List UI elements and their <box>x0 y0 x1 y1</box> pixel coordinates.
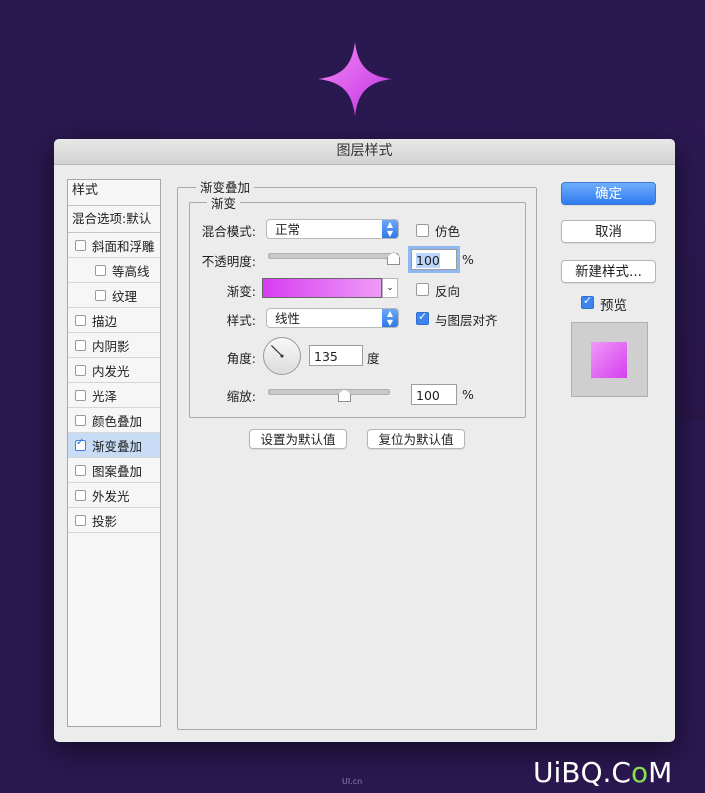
opacity-slider[interactable] <box>268 253 399 259</box>
align-with-layer-checkbox[interactable] <box>416 310 429 325</box>
style-item-label: 斜面和浮雕 <box>92 238 155 254</box>
watermark-text-b: M <box>648 756 673 789</box>
style-item-checkbox[interactable] <box>75 389 86 401</box>
blend-mode-label: 混合模式: <box>201 224 256 239</box>
set-default-button[interactable]: 设置为默认值 <box>249 429 347 449</box>
angle-unit: 度 <box>367 351 380 366</box>
style-list-item[interactable]: 外发光 <box>68 483 160 508</box>
style-list-item[interactable]: 描边 <box>68 308 160 333</box>
style-item-label: 图案叠加 <box>92 463 143 479</box>
dither-label: 仿色 <box>435 224 461 239</box>
style-item-checkbox[interactable] <box>75 464 86 476</box>
reset-default-button[interactable]: 复位为默认值 <box>367 429 465 449</box>
watermark-text-a: UiBQ.C <box>533 756 631 789</box>
style-label: 样式: <box>226 313 256 328</box>
style-list-item[interactable]: 投影 <box>68 508 160 533</box>
gradient-swatch[interactable] <box>262 278 382 298</box>
new-style-button[interactable]: 新建样式... <box>561 260 656 283</box>
dialog-title: 图层样式 <box>54 139 675 165</box>
ok-button[interactable]: 确定 <box>561 182 656 205</box>
style-item-checkbox[interactable] <box>75 314 86 326</box>
updown-chevron-icon: ▲ ▼ <box>382 309 398 327</box>
style-list-item[interactable]: 斜面和浮雕 <box>68 233 160 258</box>
style-item-checkbox[interactable] <box>95 289 106 301</box>
watermark-text-o: o <box>630 756 649 789</box>
scale-input[interactable]: 100 <box>411 384 457 405</box>
style-item-label: 纹理 <box>112 288 138 304</box>
angle-needle-icon <box>270 344 284 358</box>
style-item-checkbox[interactable] <box>75 514 86 526</box>
style-item-checkbox[interactable] <box>75 489 86 501</box>
angle-dial[interactable] <box>263 337 301 375</box>
style-list-item[interactable]: 图案叠加 <box>68 458 160 483</box>
watermark-small: UI.cn <box>342 777 363 786</box>
style-item-checkbox[interactable] <box>75 437 86 451</box>
style-item-label: 描边 <box>92 313 118 329</box>
opacity-label: 不透明度: <box>201 254 256 269</box>
style-item-checkbox[interactable] <box>75 364 86 376</box>
scale-percent: % <box>462 387 474 402</box>
style-value: 线性 <box>275 311 301 326</box>
opacity-percent: % <box>462 252 474 267</box>
style-item-label: 内阴影 <box>92 338 130 354</box>
reverse-checkbox[interactable] <box>416 283 429 296</box>
preview-box <box>571 322 648 397</box>
style-list-item[interactable]: 内阴影 <box>68 333 160 358</box>
cancel-button[interactable]: 取消 <box>561 220 656 243</box>
updown-chevron-icon: ▲ ▼ <box>382 220 398 238</box>
style-list-item[interactable]: 渐变叠加 <box>68 433 160 458</box>
style-item-label: 内发光 <box>92 363 130 379</box>
style-item-checkbox[interactable] <box>95 264 106 276</box>
group-title: 渐变 <box>207 193 241 212</box>
style-list-item[interactable]: 内发光 <box>68 358 160 383</box>
scale-label: 缩放: <box>226 389 256 404</box>
reverse-label: 反向 <box>435 284 461 299</box>
layer-style-dialog: 图层样式 样式 混合选项:默认 斜面和浮雕等高线纹理描边内阴影内发光光泽颜色叠加… <box>54 139 675 742</box>
preview-label: 预览 <box>600 298 627 314</box>
style-list-item[interactable]: 等高线 <box>68 258 160 283</box>
style-item-label: 渐变叠加 <box>92 438 143 454</box>
preview-checkbox[interactable] <box>581 294 594 309</box>
style-item-label: 光泽 <box>92 388 118 404</box>
angle-input[interactable]: 135 <box>309 345 363 366</box>
angle-label: 角度: <box>226 351 256 366</box>
watermark-logo: UiBQ.CoM <box>533 756 672 789</box>
style-item-checkbox[interactable] <box>75 414 86 426</box>
style-list-header[interactable]: 样式 <box>68 180 160 206</box>
style-item-label: 外发光 <box>92 488 130 504</box>
style-select[interactable]: 线性 ▲ ▼ <box>266 308 399 328</box>
opacity-value: 100 <box>416 253 440 268</box>
style-list-item[interactable]: 颜色叠加 <box>68 408 160 433</box>
style-list-item[interactable]: 纹理 <box>68 283 160 308</box>
style-item-label: 颜色叠加 <box>92 413 143 429</box>
blend-mode-value: 正常 <box>275 222 301 237</box>
style-item-label: 投影 <box>92 513 118 529</box>
style-item-label: 等高线 <box>112 263 150 279</box>
style-item-checkbox[interactable] <box>75 239 86 251</box>
blend-mode-select[interactable]: 正常 ▲ ▼ <box>266 219 399 239</box>
blend-options-item[interactable]: 混合选项:默认 <box>68 206 160 233</box>
gradient-label: 渐变: <box>226 284 256 299</box>
style-list-item[interactable]: 光泽 <box>68 383 160 408</box>
align-with-layer-label: 与图层对齐 <box>435 313 498 328</box>
preview-swatch <box>591 342 627 378</box>
style-list: 样式 混合选项:默认 斜面和浮雕等高线纹理描边内阴影内发光光泽颜色叠加渐变叠加图… <box>67 179 161 727</box>
dither-checkbox[interactable] <box>416 224 429 237</box>
opacity-input[interactable]: 100 <box>411 249 457 270</box>
scale-slider[interactable] <box>268 389 390 395</box>
gradient-dropdown-chevron-icon[interactable]: ⌄ <box>382 278 398 298</box>
star-sparkle-icon <box>318 42 392 116</box>
style-item-checkbox[interactable] <box>75 339 86 351</box>
